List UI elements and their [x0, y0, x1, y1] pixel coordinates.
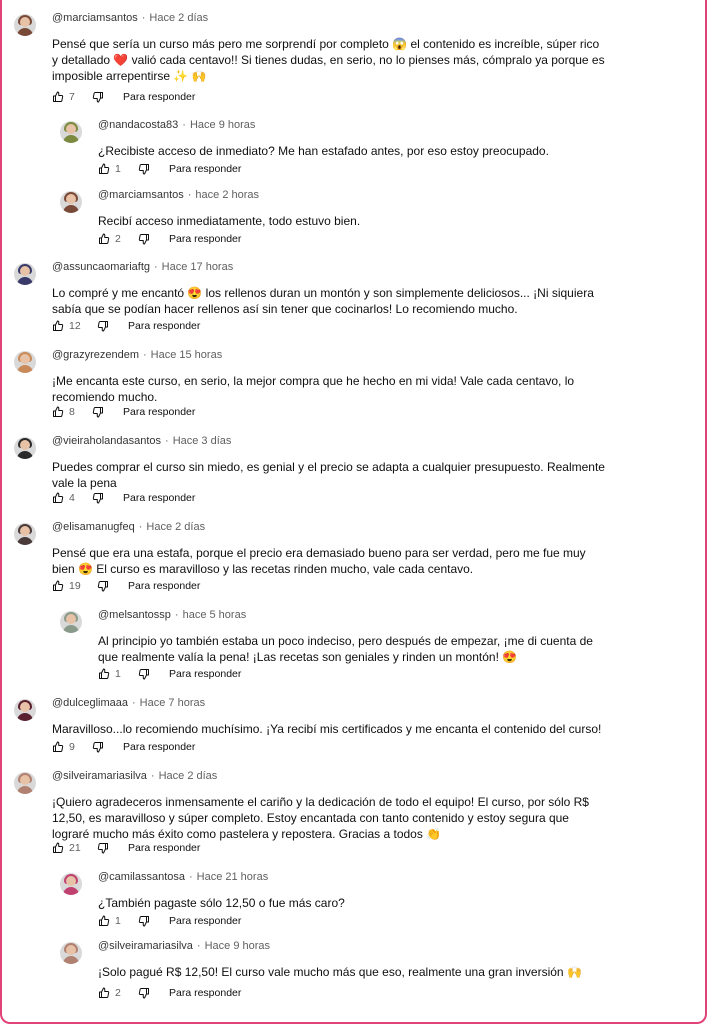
- like-button[interactable]: [98, 233, 110, 245]
- comment-time[interactable]: Hace 2 días: [149, 12, 208, 24]
- reply-button[interactable]: Para responder: [128, 842, 200, 854]
- avatar[interactable]: [14, 523, 36, 545]
- comment-time[interactable]: Hace 15 horas: [151, 349, 223, 361]
- dislike-button[interactable]: [138, 915, 150, 927]
- avatar[interactable]: [60, 611, 82, 633]
- like-count: 12: [69, 320, 81, 332]
- comment-author[interactable]: @elisamanugfeq: [52, 521, 135, 533]
- reply-button[interactable]: Para responder: [169, 668, 241, 680]
- reply-button[interactable]: Para responder: [169, 987, 241, 999]
- avatar[interactable]: [60, 942, 82, 964]
- like-button[interactable]: [52, 91, 64, 103]
- comment-time[interactable]: Hace 9 horas: [205, 940, 270, 952]
- comment-author[interactable]: @silveiramariasilva: [98, 940, 193, 952]
- comment-author[interactable]: @vieiraholandasantos: [52, 435, 161, 447]
- like-button[interactable]: [98, 163, 110, 175]
- like-count: 1: [115, 915, 121, 927]
- comment-time[interactable]: Hace 17 horas: [162, 261, 234, 273]
- like-count: 19: [69, 580, 81, 592]
- dislike-button[interactable]: [97, 580, 109, 592]
- reply-button[interactable]: Para responder: [169, 163, 241, 175]
- comment-text: Maravilloso...lo recomiendo muchísimo. ¡…: [52, 722, 602, 736]
- like-count: 1: [115, 163, 121, 175]
- comment-author[interactable]: @dulceglimaaa: [52, 697, 128, 709]
- comment-text: Recibí acceso inmediatamente, todo estuv…: [98, 214, 361, 228]
- comment-author[interactable]: @camilassantosa: [98, 871, 185, 883]
- like-button[interactable]: [52, 492, 64, 504]
- reply-button[interactable]: Para responder: [123, 741, 195, 753]
- like-count: 4: [69, 492, 75, 504]
- like-button[interactable]: [52, 741, 64, 753]
- dislike-button[interactable]: [92, 406, 104, 418]
- like-count: 21: [69, 842, 81, 854]
- comment-text: Pensé que era una estafa, porque el prec…: [52, 546, 586, 576]
- comment-author[interactable]: @nandacosta83: [98, 119, 178, 131]
- like-count: 7: [69, 91, 75, 103]
- avatar[interactable]: [14, 263, 36, 285]
- reply-button[interactable]: Para responder: [128, 580, 200, 592]
- avatar[interactable]: [14, 14, 36, 36]
- comment-author[interactable]: @grazyrezendem: [52, 349, 139, 361]
- comment-time[interactable]: Hace 3 días: [173, 435, 232, 447]
- dislike-button[interactable]: [92, 91, 104, 103]
- dislike-button[interactable]: [138, 163, 150, 175]
- avatar[interactable]: [14, 351, 36, 373]
- comment-author[interactable]: @marciamsantos: [98, 189, 184, 201]
- comment-text: Puedes comprar el curso sin miedo, es ge…: [52, 460, 605, 490]
- dislike-button[interactable]: [138, 233, 150, 245]
- comment-time[interactable]: hace 2 horas: [195, 189, 259, 201]
- like-count: 2: [115, 987, 121, 999]
- avatar[interactable]: [60, 873, 82, 895]
- comment-author[interactable]: @assuncaomariaftg: [52, 261, 150, 273]
- comment-time[interactable]: Hace 21 horas: [197, 871, 269, 883]
- reply-button[interactable]: Para responder: [169, 233, 241, 245]
- comment-text: Lo compré y me encantó 😍 los rellenos du…: [52, 286, 594, 316]
- comment-time[interactable]: Hace 7 horas: [140, 697, 205, 709]
- comment-text: ¡Me encanta este curso, en serio, la mej…: [52, 374, 575, 404]
- reply-button[interactable]: Para responder: [123, 406, 195, 418]
- like-count: 2: [115, 233, 121, 245]
- comment-time[interactable]: Hace 2 días: [159, 770, 218, 782]
- like-button[interactable]: [52, 320, 64, 332]
- like-button[interactable]: [98, 915, 110, 927]
- like-button[interactable]: [52, 406, 64, 418]
- comment-author[interactable]: @melsantossp: [98, 609, 171, 621]
- comment-text: Al principio yo también estaba un poco i…: [98, 634, 593, 664]
- avatar[interactable]: [14, 699, 36, 721]
- comment-text: ¡Solo pagué R$ 12,50! El curso vale much…: [98, 965, 582, 979]
- avatar[interactable]: [60, 191, 82, 213]
- comment-text: Pensé que sería un curso más pero me sor…: [52, 37, 605, 83]
- comment-text: ¡Quiero agradeceros inmensamente el cari…: [52, 795, 589, 841]
- comment-text: ¿También pagaste sólo 12,50 o fue más ca…: [98, 896, 345, 910]
- reply-button[interactable]: Para responder: [169, 915, 241, 927]
- comment-text: ¿Recibiste acceso de inmediato? Me han e…: [98, 144, 549, 158]
- like-button[interactable]: [98, 987, 110, 999]
- comment-author[interactable]: @marciamsantos: [52, 12, 138, 24]
- comment-time[interactable]: Hace 2 días: [146, 521, 205, 533]
- dislike-button[interactable]: [97, 842, 109, 854]
- comment-author[interactable]: @silveiramariasilva: [52, 770, 147, 782]
- like-button[interactable]: [52, 580, 64, 592]
- comment-time[interactable]: hace 5 horas: [183, 609, 247, 621]
- reply-button[interactable]: Para responder: [128, 320, 200, 332]
- like-count: 1: [115, 668, 121, 680]
- dislike-button[interactable]: [92, 492, 104, 504]
- comment-time[interactable]: Hace 9 horas: [190, 119, 255, 131]
- dislike-button[interactable]: [92, 741, 104, 753]
- like-button[interactable]: [52, 842, 64, 854]
- reply-button[interactable]: Para responder: [123, 91, 195, 103]
- dislike-button[interactable]: [97, 320, 109, 332]
- like-count: 9: [69, 741, 75, 753]
- avatar[interactable]: [14, 772, 36, 794]
- dislike-button[interactable]: [138, 668, 150, 680]
- reply-button[interactable]: Para responder: [123, 492, 195, 504]
- dislike-button[interactable]: [138, 987, 150, 999]
- like-count: 8: [69, 406, 75, 418]
- like-button[interactable]: [98, 668, 110, 680]
- avatar[interactable]: [60, 121, 82, 143]
- avatar[interactable]: [14, 437, 36, 459]
